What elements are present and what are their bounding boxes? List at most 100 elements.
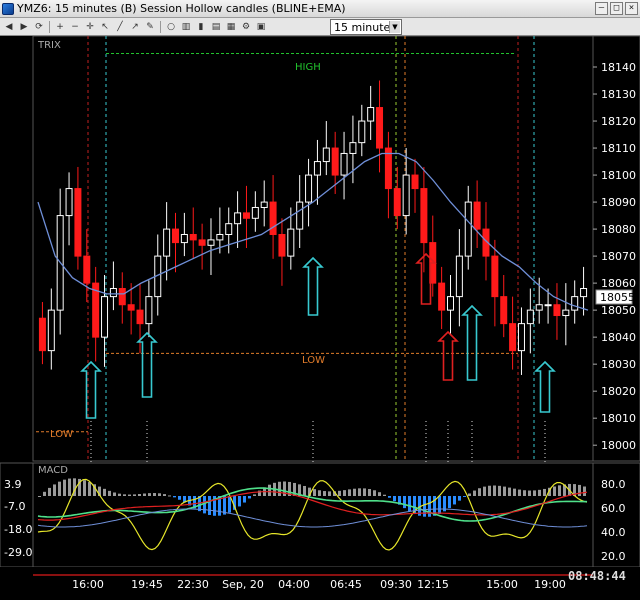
macd-histogram-bar xyxy=(488,485,491,496)
macd-histogram-bar xyxy=(478,488,481,496)
candle-down xyxy=(473,201,481,230)
price-pane xyxy=(32,36,594,462)
macd-histogram-bar xyxy=(373,490,376,496)
macd-histogram-bar xyxy=(88,482,91,496)
minimize-button[interactable]: – xyxy=(595,2,608,15)
current-price-tag: 18055 xyxy=(595,289,635,305)
zoom-in-icon[interactable]: + xyxy=(54,21,66,33)
candle-up xyxy=(145,296,153,325)
price-tick-label: 18010 xyxy=(601,412,636,425)
candle-up xyxy=(296,201,304,230)
candle-down xyxy=(376,107,384,149)
macd-right-tick: 40.0 xyxy=(601,526,626,539)
time-tick-label: 12:15 xyxy=(417,578,449,591)
macd-histogram-bar xyxy=(363,488,366,496)
price-tick-label: 18100 xyxy=(601,169,636,182)
price-tick-label: 18020 xyxy=(601,385,636,398)
candle-up xyxy=(349,142,357,154)
chart-icon[interactable]: ▤ xyxy=(210,21,222,33)
macd-histogram-bar xyxy=(523,490,526,496)
macd-histogram-bar xyxy=(163,494,166,496)
candle-up xyxy=(340,152,348,176)
candle-up xyxy=(447,296,454,311)
refresh-icon[interactable]: ⟳ xyxy=(33,21,45,33)
time-tick-label: 15:00 xyxy=(486,578,518,591)
candle-down xyxy=(500,296,508,325)
price-tick-label: 18080 xyxy=(601,223,636,236)
pencil-icon[interactable]: ✎ xyxy=(144,21,156,33)
macd-histogram-bar xyxy=(493,485,496,496)
close-button[interactable]: × xyxy=(625,2,638,15)
macd-histogram-bar xyxy=(528,490,531,496)
macd-histogram-bar xyxy=(253,494,256,496)
macd-histogram-bar xyxy=(513,488,516,496)
candle-up xyxy=(251,206,259,219)
candle-up xyxy=(260,201,268,208)
crosshair-icon[interactable]: ✛ xyxy=(84,21,96,33)
candle-down xyxy=(189,233,197,241)
time-tick-label: 19:45 xyxy=(131,578,163,591)
candle-up xyxy=(225,223,233,235)
zoom-out-icon[interactable]: − xyxy=(69,21,81,33)
macd-histogram-bar xyxy=(393,496,396,502)
candle-down xyxy=(278,233,286,257)
macd-pane-label: MACD xyxy=(38,465,68,476)
candle-down xyxy=(393,188,401,217)
forward-icon[interactable]: ▶ xyxy=(18,21,30,33)
back-icon[interactable]: ◀ xyxy=(3,21,15,33)
macd-histogram-bar xyxy=(458,496,461,501)
chart-canvas[interactable]: TRIX 18000 18010 18020 18030 18040 18050 18060… xyxy=(0,36,640,600)
candle-up xyxy=(544,304,552,307)
macd-histogram-bar xyxy=(318,490,321,496)
time-tick-label: Sep, 20 xyxy=(222,578,264,591)
candle-down xyxy=(411,174,419,190)
candles-icon[interactable]: ▮ xyxy=(195,21,207,33)
macd-histogram-bar xyxy=(153,493,156,496)
candle-down xyxy=(420,188,428,244)
price-tick-label: 18120 xyxy=(601,115,636,128)
candle-up xyxy=(234,212,242,225)
macd-histogram-bar xyxy=(503,486,506,496)
ellipse-icon[interactable]: ○ xyxy=(165,21,177,33)
print-icon[interactable]: ▣ xyxy=(255,21,267,33)
macd-histogram-bar xyxy=(178,496,181,500)
macd-histogram-bar xyxy=(558,485,561,496)
macd-histogram-bar xyxy=(378,492,381,496)
cursor-icon[interactable]: ↖ xyxy=(99,21,111,33)
candle-down xyxy=(553,304,561,317)
candle-up xyxy=(367,107,375,122)
price-tick-label: 18110 xyxy=(601,142,636,155)
candle-down xyxy=(242,212,250,219)
time-tick-label: 06:45 xyxy=(330,578,362,591)
line-icon[interactable]: ╱ xyxy=(114,21,126,33)
candle-down xyxy=(136,309,144,325)
macd-histogram-bar xyxy=(168,495,171,497)
maximize-button[interactable]: □ xyxy=(610,2,623,15)
candle-up xyxy=(180,233,188,244)
macd-histogram-bar xyxy=(338,490,341,496)
chevron-down-icon[interactable]: ▼ xyxy=(389,21,400,33)
candle-up xyxy=(313,161,321,176)
candle-down xyxy=(491,255,499,298)
candle-down xyxy=(438,282,446,311)
bars-icon[interactable]: ▥ xyxy=(180,21,192,33)
macd-histogram-bar xyxy=(113,492,116,496)
arrow-draw-icon[interactable]: ↗ xyxy=(129,21,141,33)
candle-up xyxy=(535,304,543,311)
macd-histogram-bar xyxy=(453,496,456,505)
title-bar: YMZ6: 15 minutes (B) Session Hollow cand… xyxy=(0,0,640,18)
macd-histogram-bar xyxy=(438,496,441,514)
candle-down xyxy=(74,188,82,257)
macd-histogram-bar xyxy=(118,493,121,496)
macd-histogram-bar xyxy=(368,489,371,496)
settings-icon[interactable]: ⚙ xyxy=(240,21,252,33)
macd-histogram-bar xyxy=(138,493,141,496)
timeframe-select[interactable]: 15 minutes ▼ xyxy=(330,19,402,35)
macd-histogram-bar xyxy=(148,493,151,496)
macd-histogram-bar xyxy=(303,485,306,496)
macd-histogram-bar xyxy=(173,496,176,498)
toolbar-separator xyxy=(160,20,161,33)
candle-up xyxy=(47,309,55,352)
template-icon[interactable]: ▦ xyxy=(225,21,237,33)
macd-histogram-bar xyxy=(388,496,391,498)
